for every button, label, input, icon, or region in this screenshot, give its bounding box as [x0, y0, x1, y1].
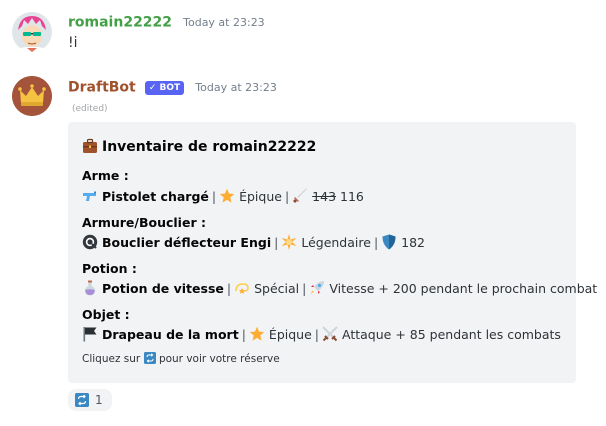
embed-title: Inventaire de romain22222 — [82, 138, 316, 155]
username[interactable]: DraftBot — [68, 80, 136, 96]
bot-tag: ✓ BOT — [144, 80, 185, 95]
username[interactable]: romain22222 — [68, 15, 172, 31]
weapon-old-stat: 143 — [312, 189, 337, 204]
rocket-icon — [309, 280, 325, 296]
inventory-embed: Inventaire de romain22222 Arme : Pistole… — [68, 122, 597, 383]
armor-stat: 182 — [401, 235, 426, 250]
message-header: DraftBot ✓ BOT Today at 23:23 — [68, 77, 277, 96]
field-name-weapon: Arme : — [82, 168, 129, 183]
message-header: romain22222 Today at 23:23 — [68, 12, 265, 31]
glowing-star-icon — [281, 234, 297, 250]
embed-title-text: Inventaire de romain22222 — [102, 139, 317, 155]
field-value-weapon: Pistolet chargé | Épique | 143 116 — [82, 188, 364, 204]
weapon-name: Pistolet chargé — [102, 189, 209, 204]
star-icon — [249, 326, 265, 342]
potion-rarity: Spécial — [254, 281, 300, 296]
field-name-armor: Armure/Bouclier : — [82, 215, 206, 230]
reaction-count: 1 — [95, 393, 103, 407]
message-content: !i — [68, 35, 78, 51]
embed-footer: Cliquez sur pour voir votre réserve — [82, 352, 280, 365]
briefcase-icon — [82, 138, 98, 154]
field-name-potion: Potion : — [82, 261, 137, 276]
footer-prefix: Cliquez sur — [82, 353, 141, 365]
field-value-potion: Potion de vitesse | Spécial | Vitesse + 20… — [82, 280, 597, 296]
potion-name: Potion de vitesse — [102, 281, 224, 296]
object-name: Drapeau de la mort — [102, 327, 239, 342]
shield-device-icon — [82, 234, 98, 250]
field-value-armor: Bouclier déflecteur Engi | Légendaire | 18… — [82, 234, 425, 250]
weapon-new-stat: 116 — [340, 189, 364, 204]
field-value-object: Drapeau de la mort | Épique | Attaque + 85… — [82, 326, 561, 342]
timestamp: Today at 23:23 — [183, 16, 265, 29]
edited-label: (edited) — [72, 104, 108, 114]
potion-icon — [82, 280, 98, 296]
field-name-object: Objet : — [82, 307, 130, 322]
repeat-icon — [75, 393, 89, 407]
reaction-repeat[interactable]: 1 — [68, 389, 112, 411]
bot-avatar[interactable] — [12, 76, 52, 116]
object-rarity: Épique — [268, 327, 312, 342]
armor-rarity: Légendaire — [301, 235, 371, 250]
black-flag-icon — [82, 326, 98, 342]
armor-name: Bouclier déflecteur Engi — [102, 235, 272, 250]
potion-effect: Vitesse + 200 pendant le prochain combat — [329, 281, 598, 296]
crossed-swords-icon — [322, 326, 338, 342]
dizzy-icon — [234, 280, 250, 296]
pistol-icon — [82, 188, 98, 204]
shield-icon — [381, 234, 397, 250]
repeat-icon — [143, 352, 156, 364]
star-icon — [219, 188, 235, 204]
user-avatar[interactable] — [12, 12, 52, 52]
dagger-icon — [292, 188, 308, 204]
timestamp: Today at 23:23 — [195, 81, 277, 94]
footer-suffix: pour voir votre réserve — [158, 353, 280, 365]
object-effect: Attaque + 85 pendant les combats — [342, 327, 561, 342]
weapon-rarity: Épique — [239, 189, 282, 204]
